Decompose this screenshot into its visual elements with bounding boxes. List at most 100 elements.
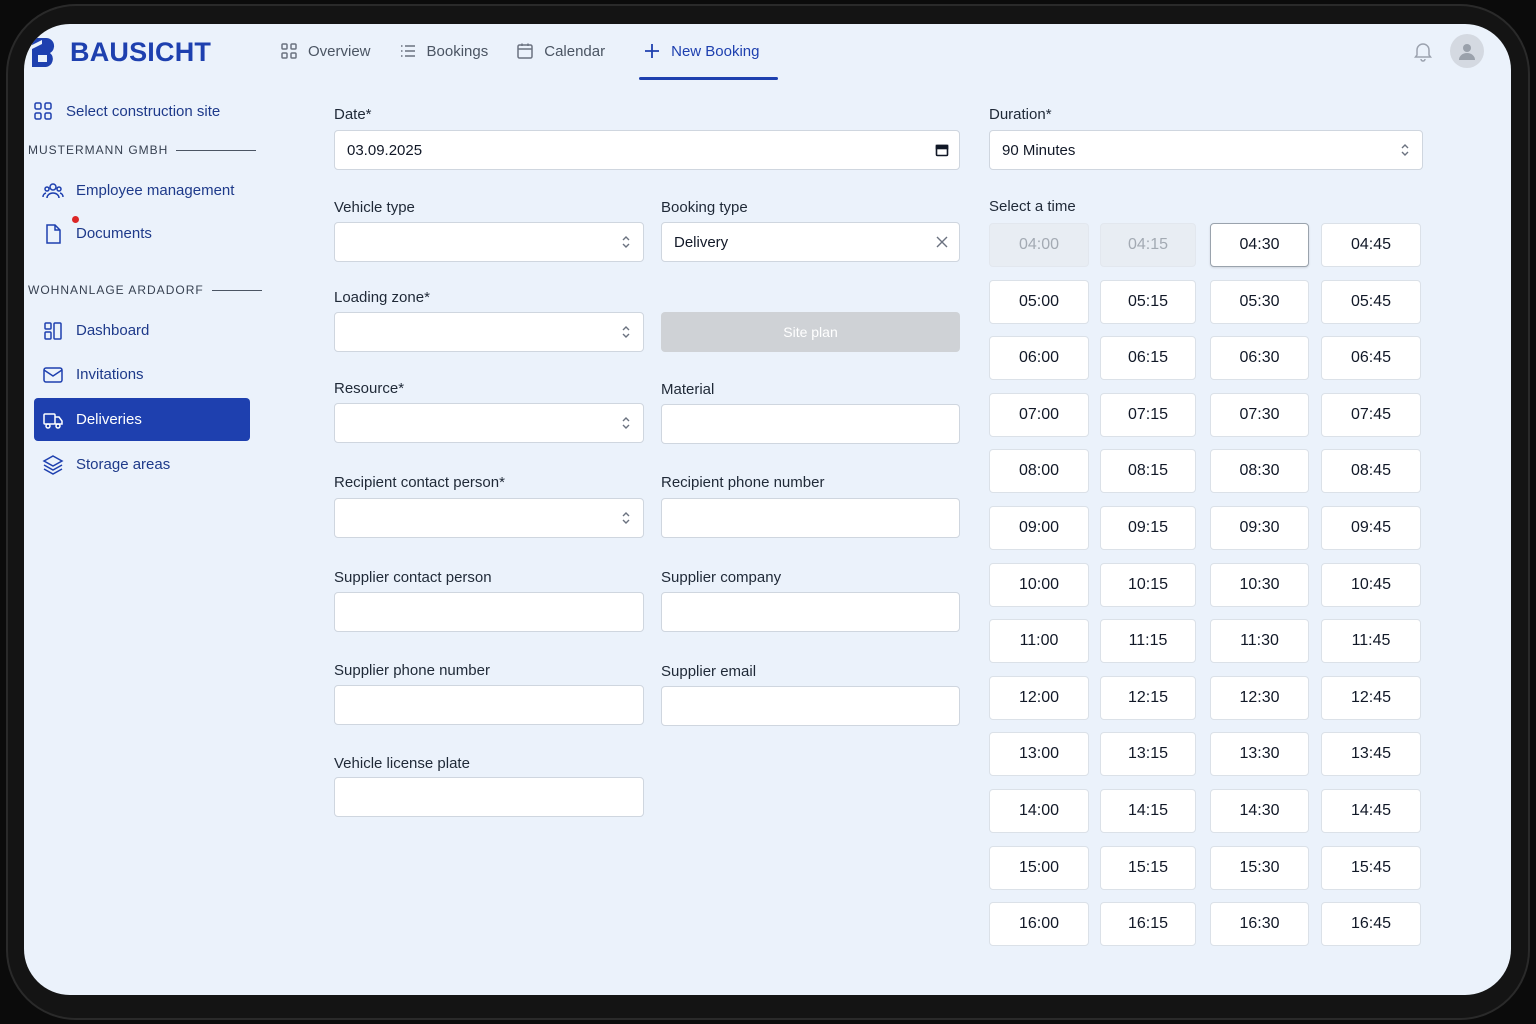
loading-zone-select[interactable] [334,312,644,352]
tab-bookings[interactable]: Bookings [397,24,501,78]
time-slot-1145[interactable]: 11:45 [1321,619,1421,664]
time-slot-1430[interactable]: 14:30 [1210,789,1309,833]
time-slot-1545[interactable]: 15:45 [1321,845,1421,890]
time-slot-0815[interactable]: 08:15 [1100,449,1196,494]
time-slot-1445[interactable]: 14:45 [1321,789,1421,833]
resource-select[interactable] [334,403,644,443]
sidebar-item-storage-areas[interactable]: Storage areas [34,443,250,486]
supplier-contact-input[interactable] [334,592,644,632]
time-slot-1045[interactable]: 10:45 [1321,562,1421,607]
site-plan-button[interactable]: Site plan [661,312,960,352]
brand-logo[interactable]: BAUSICHT [30,36,211,68]
duration-select[interactable]: 90 Minutes [989,130,1423,170]
time-slot-0845[interactable]: 08:45 [1321,449,1421,494]
supplier-email-label: Supplier email [661,663,757,680]
time-slot-0515[interactable]: 05:15 [1100,279,1196,324]
time-slot-1230[interactable]: 12:30 [1210,675,1309,720]
sidebar-section-company: MUSTERMANN GMBH [28,143,257,157]
dashboard-icon [44,321,62,340]
section-title: MUSTERMANN GMBH [28,143,169,157]
sidebar-item-label: Documents [76,225,152,242]
time-slot-0800[interactable]: 08:00 [989,449,1089,494]
time-slot-1315[interactable]: 13:15 [1100,732,1196,777]
time-slot-0445[interactable]: 04:45 [1321,223,1421,267]
sidebar-item-dashboard[interactable]: Dashboard [34,309,250,352]
avatar[interactable] [1450,34,1484,68]
supplier-company-input[interactable] [661,592,960,632]
sidebar-item-label: Storage areas [76,456,171,473]
time-slot-1115[interactable]: 11:15 [1100,619,1196,664]
recipient-phone-input[interactable] [661,498,960,538]
time-slot-1515[interactable]: 15:15 [1100,845,1196,890]
time-slot-0600[interactable]: 06:00 [989,336,1089,381]
time-slot-1415[interactable]: 14:15 [1100,789,1196,833]
time-slot-1300[interactable]: 13:00 [989,732,1089,777]
time-slot-1030[interactable]: 10:30 [1210,562,1309,607]
sidebar-item-deliveries[interactable]: Deliveries [34,398,250,441]
sidebar-item-label: Dashboard [76,322,150,339]
chevron-up-down-icon [622,236,630,248]
time-slot-0715[interactable]: 07:15 [1100,392,1196,437]
time-slot-1245[interactable]: 12:45 [1321,675,1421,720]
time-slot-1530[interactable]: 15:30 [1210,845,1309,890]
time-slot-0615[interactable]: 06:15 [1100,336,1196,381]
time-slot-0500[interactable]: 05:00 [989,279,1089,324]
material-input[interactable] [661,404,960,444]
notification-badge [72,216,79,223]
time-slot-1615[interactable]: 16:15 [1100,902,1196,947]
time-slot-0700[interactable]: 07:00 [989,392,1089,437]
time-slot-0900[interactable]: 09:00 [989,506,1089,550]
duration-value: 90 Minutes [1002,141,1076,159]
supplier-email-input[interactable] [661,686,960,726]
time-slot-1500[interactable]: 15:00 [989,845,1089,890]
date-value: 03.09.2025 [347,141,423,159]
grid-icon [34,102,52,120]
time-slot-0430[interactable]: 04:30 [1210,223,1309,267]
license-plate-label: Vehicle license plate [334,755,470,772]
chevron-up-down-icon [622,417,630,429]
time-slot-0645[interactable]: 06:45 [1321,336,1421,381]
section-title: WOHNANLAGE ARDADORF [28,283,204,297]
time-slot-1345[interactable]: 13:45 [1321,732,1421,777]
time-slot-1215[interactable]: 12:15 [1100,675,1196,720]
date-field[interactable]: 03.09.2025 [334,130,960,170]
sidebar-item-invitations[interactable]: Invitations [34,353,250,396]
time-slot-0530[interactable]: 05:30 [1210,279,1309,324]
booking-type-select[interactable]: Delivery [661,222,960,262]
time-slot-0930[interactable]: 09:30 [1210,506,1309,550]
tab-calendar[interactable]: Calendar [514,24,617,78]
sidebar-item-employee-management[interactable]: Employee management [34,169,250,212]
sidebar-item-label: Invitations [76,366,144,383]
time-slot-0545[interactable]: 05:45 [1321,279,1421,324]
time-slot-1100[interactable]: 11:00 [989,619,1089,664]
supplier-phone-input[interactable] [334,685,644,725]
time-slot-1600[interactable]: 16:00 [989,902,1089,947]
tab-overview[interactable]: Overview [278,24,383,78]
time-slot-1330[interactable]: 13:30 [1210,732,1309,777]
time-slot-0830[interactable]: 08:30 [1210,449,1309,494]
time-slot-0730[interactable]: 07:30 [1210,392,1309,437]
chevron-up-down-icon [1401,144,1409,156]
date-label: Date* [334,106,372,123]
tab-bookings-label: Bookings [426,42,489,60]
bell-icon[interactable] [1412,40,1434,62]
clear-icon[interactable] [935,235,949,249]
select-construction-site[interactable]: Select construction site [32,100,220,122]
time-slot-0915[interactable]: 09:15 [1100,506,1196,550]
license-plate-input[interactable] [334,777,644,817]
time-slot-1000[interactable]: 10:00 [989,562,1089,607]
time-slot-1630[interactable]: 16:30 [1210,902,1309,947]
time-slot-0745[interactable]: 07:45 [1321,392,1421,437]
time-slot-0630[interactable]: 06:30 [1210,336,1309,381]
supplier-contact-label: Supplier contact person [334,569,492,586]
time-slot-1015[interactable]: 10:15 [1100,562,1196,607]
time-slot-1200[interactable]: 12:00 [989,675,1089,720]
sidebar-item-documents[interactable]: Documents [34,212,250,255]
time-slot-0945[interactable]: 09:45 [1321,506,1421,550]
time-slot-1645[interactable]: 16:45 [1321,902,1421,947]
time-slot-1400[interactable]: 14:00 [989,789,1089,833]
recipient-contact-select[interactable] [334,498,644,538]
vehicle-type-select[interactable] [334,222,644,262]
time-slot-1130[interactable]: 11:30 [1210,619,1309,664]
tab-new-booking[interactable]: New Booking [639,24,778,80]
